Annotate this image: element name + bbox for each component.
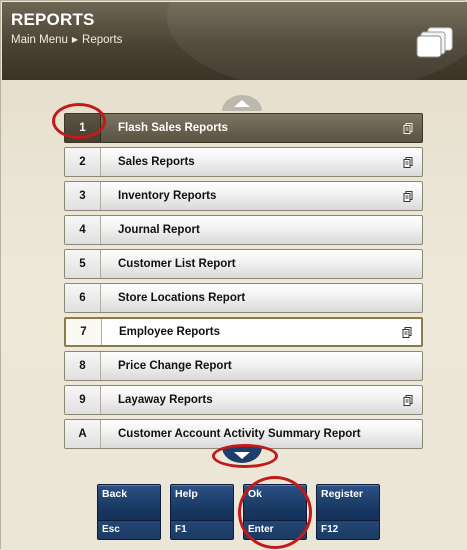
register-button-label: Register xyxy=(321,488,364,500)
menu-item-8[interactable]: 8 Price Change Report xyxy=(64,351,423,381)
menu-item-label: Customer Account Activity Summary Report xyxy=(118,428,361,440)
breadcrumb-main-menu[interactable]: Main Menu xyxy=(11,34,68,46)
register-button-key: F12 xyxy=(321,524,339,535)
back-button-key: Esc xyxy=(102,524,120,535)
submenu-pages-icon xyxy=(394,156,422,168)
menu-item-label: Flash Sales Reports xyxy=(118,122,228,134)
back-button-label: Back xyxy=(102,488,128,500)
breadcrumb: Main Menu ▶ Reports xyxy=(11,34,122,46)
menu-item-label: Journal Report xyxy=(118,224,200,236)
back-button-key-area: Esc xyxy=(98,520,160,539)
page-title: REPORTS xyxy=(11,10,95,29)
submenu-pages-icon xyxy=(394,122,422,134)
chevron-down-icon[interactable] xyxy=(220,447,264,467)
menu-item-4[interactable]: 4 Journal Report xyxy=(64,215,423,245)
menu-item-label: Store Locations Report xyxy=(118,292,246,304)
menu-item-2[interactable]: 2 Sales Reports xyxy=(64,147,423,177)
menu-item-label: Inventory Reports xyxy=(118,190,217,202)
header-bar: REPORTS Main Menu ▶ Reports xyxy=(2,0,467,92)
help-button-key: F1 xyxy=(175,524,187,535)
submenu-pages-icon xyxy=(394,190,422,202)
ok-button-key: Enter xyxy=(248,524,274,535)
ok-button-key-area: Enter xyxy=(244,520,306,539)
ok-button[interactable]: Ok Enter xyxy=(243,484,307,540)
help-button-label: Help xyxy=(175,488,198,500)
chevron-up-icon[interactable] xyxy=(220,93,264,111)
menu-item-label: Price Change Report xyxy=(118,360,232,372)
menu-item-label: Customer List Report xyxy=(118,258,236,270)
menu-item-key: 4 xyxy=(65,216,101,244)
register-button-key-area: F12 xyxy=(317,520,379,539)
menu-item-key: A xyxy=(65,420,101,448)
back-button[interactable]: Back Esc xyxy=(97,484,161,540)
menu-item-key: 1 xyxy=(65,114,101,142)
breadcrumb-separator-icon: ▶ xyxy=(71,35,79,44)
submenu-pages-icon xyxy=(394,394,422,406)
menu-item-9[interactable]: 9 Layaway Reports xyxy=(64,385,423,415)
ok-button-label: Ok xyxy=(248,488,263,500)
menu-item-label: Layaway Reports xyxy=(118,394,213,406)
windows-stack-icon[interactable] xyxy=(416,26,454,58)
menu-item-3[interactable]: 3 Inventory Reports xyxy=(64,181,423,211)
menu-item-1[interactable]: 1 Flash Sales Reports xyxy=(64,113,423,143)
register-button[interactable]: Register F12 xyxy=(316,484,380,540)
menu-item-7[interactable]: 7 Employee Reports xyxy=(64,317,423,347)
app-window: REPORTS Main Menu ▶ Reports 1 Flash Sales R… xyxy=(0,0,467,550)
menu-item-key: 8 xyxy=(65,352,101,380)
menu-item-key: 9 xyxy=(65,386,101,414)
submenu-pages-icon xyxy=(393,326,421,338)
menu-item-label: Employee Reports xyxy=(119,326,220,338)
help-button-key-area: F1 xyxy=(171,520,233,539)
menu-item-a[interactable]: A Customer Account Activity Summary Repor… xyxy=(64,419,423,449)
menu-item-5[interactable]: 5 Customer List Report xyxy=(64,249,423,279)
breadcrumb-reports: Reports xyxy=(82,34,123,46)
menu-item-key: 7 xyxy=(66,319,102,345)
menu-item-label: Sales Reports xyxy=(118,156,195,168)
menu-item-key: 6 xyxy=(65,284,101,312)
help-button[interactable]: Help F1 xyxy=(170,484,234,540)
menu-item-key: 2 xyxy=(65,148,101,176)
menu-item-key: 3 xyxy=(65,182,101,210)
menu-item-6[interactable]: 6 Store Locations Report xyxy=(64,283,423,313)
menu-item-key: 5 xyxy=(65,250,101,278)
